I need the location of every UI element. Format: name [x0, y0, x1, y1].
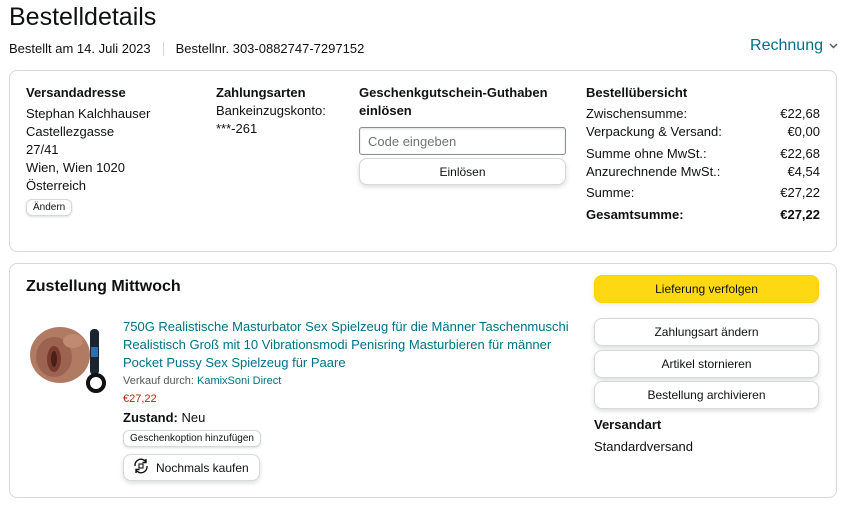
order-info-box: Versandadresse Stephan Kalchhauser Caste…	[9, 70, 837, 252]
summary-label: Summe ohne MwSt.:	[586, 146, 707, 161]
condition-label: Zustand:	[123, 410, 178, 425]
shipping-method-title: Versandart	[594, 417, 662, 432]
product-image[interactable]	[28, 319, 114, 403]
summary-row-subtotal: Zwischensumme: €22,68	[586, 105, 820, 123]
chevron-down-icon	[829, 40, 838, 52]
shipping-method-value: Standardversand	[594, 439, 694, 454]
buy-again-label: Nochmals kaufen	[156, 460, 249, 475]
summary-label: Verpackung & Versand:	[586, 124, 722, 139]
summary-row-total: Gesamtsumme: €27,22	[586, 206, 820, 224]
invoice-dropdown[interactable]: Rechnung	[750, 37, 838, 55]
add-gift-option-button[interactable]: Geschenkoption hinzufügen	[123, 430, 261, 447]
summary-label: Anzurechnende MwSt.:	[586, 164, 721, 179]
summary-label: Gesamtsumme:	[586, 207, 684, 222]
address-line: Castellezgasse	[26, 124, 115, 139]
product-price: €27,22	[123, 393, 157, 405]
address-title: Versandadresse	[26, 85, 126, 100]
order-summary: Bestellübersicht Zwischensumme: €22,68 V…	[586, 84, 820, 224]
address-line: Stephan Kalchhauser	[26, 106, 151, 121]
summary-value: €22,68	[780, 146, 820, 161]
buy-again-button[interactable]: Nochmals kaufen	[123, 454, 260, 481]
address-lines: Stephan Kalchhauser Castellezgasse 27/41…	[26, 105, 150, 195]
seller-info: Verkauf durch: KamixSoni Direct	[123, 375, 281, 387]
change-payment-button[interactable]: Zahlungsart ändern	[594, 318, 819, 346]
condition-value: Neu	[181, 410, 206, 425]
reorder-icon	[132, 457, 150, 478]
address-line: 27/41	[26, 142, 59, 157]
delivery-title: Zustellung Mittwoch	[26, 278, 181, 295]
cancel-item-button[interactable]: Artikel stornieren	[594, 350, 819, 378]
summary-label: Zwischensumme:	[586, 106, 688, 121]
summary-row-vat: Anzurechnende MwSt.: €4,54	[586, 163, 820, 181]
payment-title: Zahlungsarten	[216, 85, 306, 100]
order-number: Bestellnr. 303-0882747-7297152	[175, 41, 365, 56]
payment-method: Bankeinzugskonto:	[216, 103, 326, 118]
archive-order-button[interactable]: Bestellung archivieren	[594, 381, 819, 409]
seller-link[interactable]: KamixSoni Direct	[197, 375, 281, 387]
address-line: Österreich	[26, 178, 86, 193]
redeem-button[interactable]: Einlösen	[359, 158, 566, 185]
invoice-label: Rechnung	[750, 37, 823, 54]
summary-row-shipping: Verpackung & Versand: €0,00	[586, 123, 820, 141]
order-date: Bestellt am 14. Juli 2023	[9, 41, 151, 56]
summary-value: €27,22	[780, 185, 820, 200]
product-title-link[interactable]: 750G Realistische Masturbator Sex Spielz…	[123, 318, 573, 372]
delivery-box: Zustellung Mittwoch 750G Realistische Ma…	[9, 263, 837, 498]
summary-value: €0,00	[787, 124, 820, 139]
summary-value: €4,54	[787, 164, 820, 179]
summary-row-sum: Summe: €27,22	[586, 184, 820, 202]
product-condition: Zustand: Neu	[123, 410, 205, 425]
summary-value: €22,68	[780, 106, 820, 121]
summary-row-net: Summe ohne MwSt.: €22,68	[586, 145, 820, 163]
summary-label: Summe:	[586, 185, 635, 200]
payment-account: ***-261	[216, 121, 258, 136]
order-meta: Bestellt am 14. Juli 2023 Bestellnr. 303…	[9, 41, 364, 56]
track-delivery-button[interactable]: Lieferung verfolgen	[594, 275, 819, 303]
change-address-button[interactable]: Ändern	[26, 199, 73, 216]
gift-card-title: Geschenkgutschein-Guthaben einlösen	[359, 85, 548, 118]
summary-value: €27,22	[780, 207, 820, 222]
gift-code-input[interactable]	[359, 127, 566, 155]
seller-prefix: Verkauf durch:	[123, 375, 197, 387]
summary-title: Bestellübersicht	[586, 85, 688, 100]
address-line: Wien, Wien 1020	[26, 160, 125, 175]
meta-divider	[162, 41, 164, 56]
page-title: Bestelldetails	[9, 3, 157, 31]
